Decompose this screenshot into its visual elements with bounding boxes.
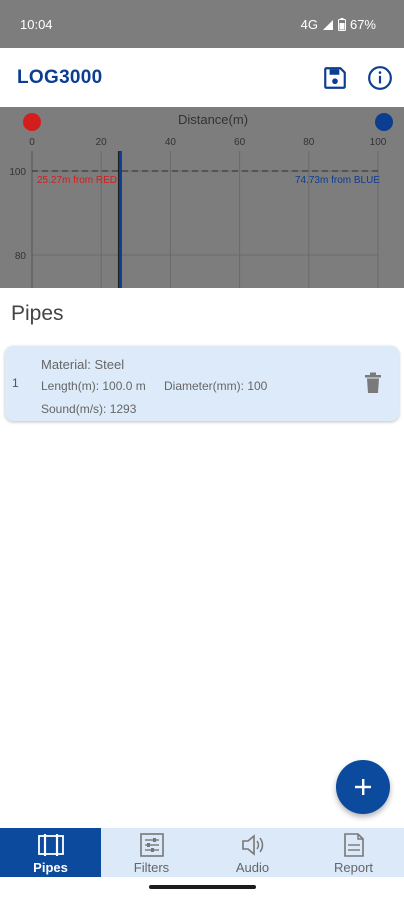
signal-icon bbox=[322, 19, 334, 31]
app-bar: LOG3000 bbox=[0, 48, 404, 107]
bottom-navigation: Pipes Filters Audio Report bbox=[0, 828, 404, 877]
pipe-sound: Sound(m/s): 1293 bbox=[41, 402, 137, 416]
save-icon[interactable] bbox=[322, 65, 348, 91]
status-indicators: 4G 67% bbox=[301, 17, 376, 32]
battery-icon bbox=[337, 18, 346, 31]
delete-icon[interactable] bbox=[364, 372, 382, 394]
status-bar: 10:04 4G 67% bbox=[0, 0, 404, 48]
chart-grid bbox=[31, 151, 379, 288]
app-title: LOG3000 bbox=[17, 67, 103, 88]
add-pipe-button[interactable] bbox=[336, 760, 390, 814]
home-gesture-bar[interactable] bbox=[149, 885, 256, 889]
report-icon bbox=[344, 833, 364, 857]
nav-item-audio[interactable]: Audio bbox=[202, 828, 303, 877]
y-tick-labels: 100 80 bbox=[9, 167, 26, 262]
filters-icon bbox=[140, 833, 164, 857]
x-tick-labels: 0 20 40 60 80 100 bbox=[29, 137, 387, 148]
status-time: 10:04 bbox=[20, 17, 53, 32]
nav-label-pipes: Pipes bbox=[33, 860, 68, 875]
chart-title: Distance(m) bbox=[178, 112, 248, 127]
info-circle-icon[interactable] bbox=[367, 65, 393, 91]
blue-distance-label: 74.73m from BLUE bbox=[295, 175, 380, 186]
y-tick-label: 80 bbox=[15, 251, 27, 262]
nav-item-report[interactable]: Report bbox=[303, 828, 404, 877]
pipe-card[interactable]: 1 Material: Steel Length(m): 100.0 m Dia… bbox=[5, 346, 399, 421]
blue-marker-icon bbox=[375, 113, 393, 131]
network-label: 4G bbox=[300, 17, 318, 32]
gesture-area bbox=[0, 877, 404, 900]
x-tick-label: 60 bbox=[234, 137, 246, 148]
y-tick-label: 100 bbox=[9, 167, 26, 178]
x-tick-label: 40 bbox=[165, 137, 177, 148]
pipe-icon bbox=[38, 834, 64, 856]
x-tick-label: 20 bbox=[96, 137, 108, 148]
pipe-material: Material: Steel bbox=[41, 357, 125, 372]
battery-percent: 67% bbox=[349, 17, 376, 32]
red-distance-label: 25.27m from RED bbox=[37, 175, 117, 186]
nav-label-filters: Filters bbox=[133, 860, 170, 875]
pipe-diameter: Diameter(mm): 100 bbox=[164, 379, 268, 393]
x-tick-label: 100 bbox=[370, 137, 387, 148]
nav-item-filters[interactable]: Filters bbox=[101, 828, 202, 877]
pipe-index: 1 bbox=[12, 376, 19, 390]
pipes-heading: Pipes bbox=[11, 302, 64, 325]
pipe-length: Length(m): 100.0 m bbox=[41, 379, 146, 393]
chart-canvas: Distance(m) 0 20 40 60 80 100 100 80 25.27m fr… bbox=[9, 112, 393, 288]
nav-label-audio: Audio bbox=[235, 860, 270, 875]
x-tick-label: 80 bbox=[303, 137, 315, 148]
x-tick-label: 0 bbox=[29, 137, 35, 148]
nav-item-pipes[interactable]: Pipes bbox=[0, 828, 101, 877]
nav-label-report: Report bbox=[333, 860, 374, 875]
red-marker-icon bbox=[23, 113, 41, 131]
distance-chart[interactable]: Distance(m) 0 20 40 60 80 100 100 80 25.27m fr… bbox=[0, 107, 404, 288]
speaker-icon bbox=[242, 834, 264, 856]
